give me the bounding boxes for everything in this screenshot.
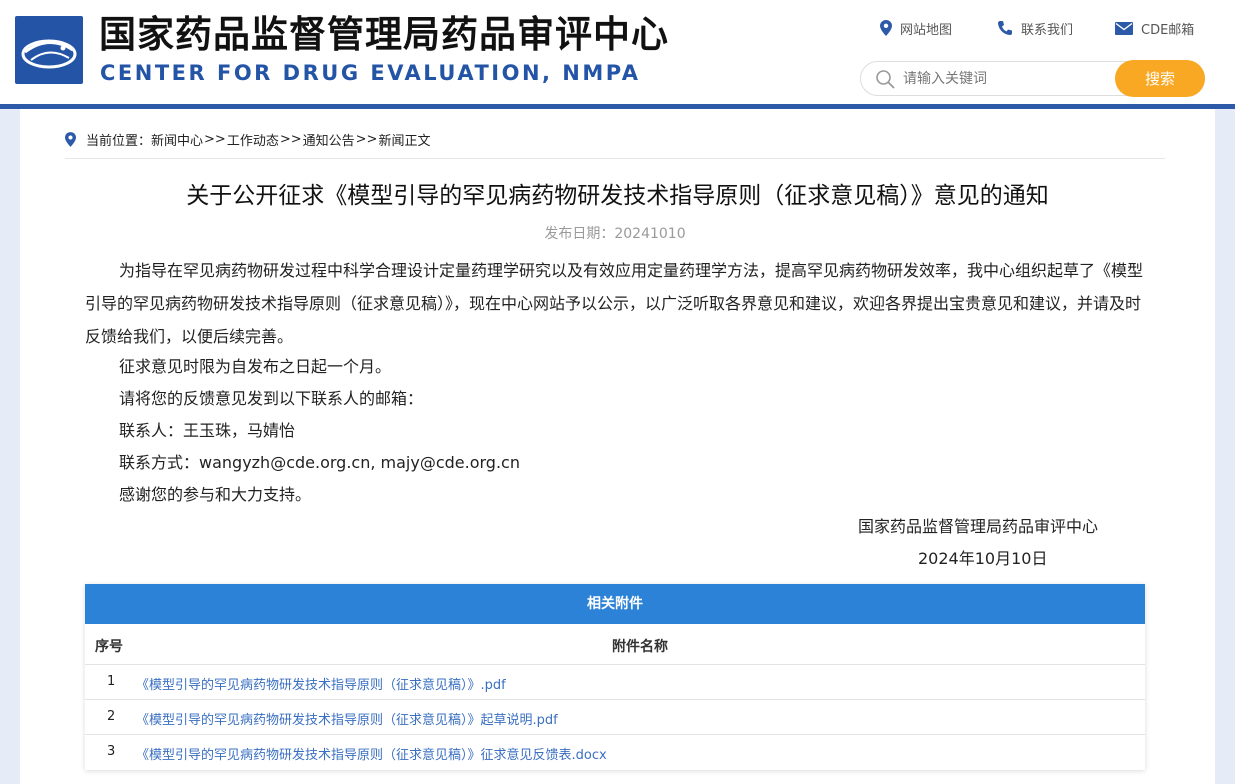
breadcrumb-separator: >> [355, 131, 378, 147]
site-name-english: CENTER FOR DRUG EVALUATION, NMPA [100, 61, 641, 85]
attachments-heading: 相关附件 [85, 584, 1145, 624]
signature-organization: 国家药品监督管理局药品审评中心 [858, 517, 1099, 536]
phone-icon [998, 21, 1012, 35]
intro-text: 为指导在罕见病药物研发过程中科学合理设计定量药理学研究以及有效应用定量药理学方法… [85, 261, 1144, 346]
breadcrumb-work-news[interactable]: 工作动态 [227, 130, 279, 149]
map-pin-icon [880, 20, 892, 36]
signature-date: 2024年10月10日 [918, 549, 1048, 568]
search-input[interactable] [903, 62, 1113, 95]
contact-link[interactable]: 联系我们 [997, 18, 1073, 38]
contact-emails-line: 联系方式：wangyzh@cde.org.cn, majy@cde.org.cn [119, 453, 520, 472]
thanks-line: 感谢您的参与和大力支持。 [119, 485, 312, 504]
cde-mail-link[interactable]: CDE邮箱 [1115, 18, 1194, 38]
envelope-icon [1115, 21, 1133, 35]
search-button[interactable]: 搜索 [1115, 60, 1205, 97]
breadcrumb-news-center[interactable]: 新闻中心 [151, 130, 203, 149]
logo-emblem-icon [21, 39, 77, 69]
attachment-link[interactable]: 《模型引导的罕见病药物研发技术指导原则（征求意见稿）》征求意见反馈表.docx [136, 744, 607, 763]
article-intro-paragraph: 为指导在罕见病药物研发过程中科学合理设计定量药理学研究以及有效应用定量药理学方法… [85, 254, 1150, 353]
breadcrumb-separator: >> [279, 131, 302, 147]
sitemap-link[interactable]: 网站地图 [880, 18, 952, 38]
site-name-chinese: 国家药品监督管理局药品审评中心 [99, 13, 669, 56]
publish-date: 发布日期：20241010 [544, 226, 686, 242]
contact-label: 联系我们 [1021, 22, 1074, 38]
attachment-row: 3 《模型引导的罕见病药物研发技术指导原则（征求意见稿）》征求意见反馈表.doc… [85, 735, 1145, 770]
cde-mail-label: CDE邮箱 [1141, 22, 1195, 38]
attachments-table: 相关附件 序号 附件名称 1 《模型引导的罕见病药物研发技术指导原则（征求意见稿… [85, 584, 1145, 770]
search-icon [876, 70, 895, 89]
attachments-header-row: 序号 附件名称 [85, 624, 1145, 665]
article-title: 关于公开征求《模型引导的罕见病药物研发技术指导原则（征求意见稿）》意见的通知 [186, 183, 1049, 209]
contact-persons-line: 联系人：王玉珠，马婧怡 [119, 421, 296, 440]
breadcrumb-notices[interactable]: 通知公告 [303, 130, 355, 149]
attachment-row: 2 《模型引导的罕见病药物研发技术指导原则（征求意见稿）》起草说明.pdf [85, 700, 1145, 735]
column-filename-header: 附件名称 [612, 639, 668, 655]
breadcrumb-separator: >> [204, 131, 226, 147]
location-pin-icon [65, 131, 76, 147]
breadcrumb-divider [65, 158, 1165, 159]
cde-logo[interactable] [15, 16, 83, 84]
feedback-instruction-line: 请将您的反馈意见发到以下联系人的邮箱： [119, 389, 424, 408]
attachment-number: 3 [107, 744, 116, 759]
attachment-number: 1 [107, 674, 116, 689]
deadline-line: 征求意见时限为自发布之日起一个月。 [119, 357, 392, 376]
breadcrumb: 当前位置： 新闻中心 >> 工作动态 >> 通知公告 >> 新闻正文 [65, 130, 431, 149]
attachment-link[interactable]: 《模型引导的罕见病药物研发技术指导原则（征求意见稿）》起草说明.pdf [136, 709, 558, 728]
breadcrumb-label: 当前位置： [86, 133, 152, 149]
breadcrumb-current: 新闻正文 [378, 133, 431, 149]
attachment-link[interactable]: 《模型引导的罕见病药物研发技术指导原则（征求意见稿）》.pdf [136, 674, 506, 693]
attachment-number: 2 [107, 709, 116, 724]
attachment-row: 1 《模型引导的罕见病药物研发技术指导原则（征求意见稿）》.pdf [85, 665, 1145, 700]
sitemap-label: 网站地图 [900, 22, 953, 38]
